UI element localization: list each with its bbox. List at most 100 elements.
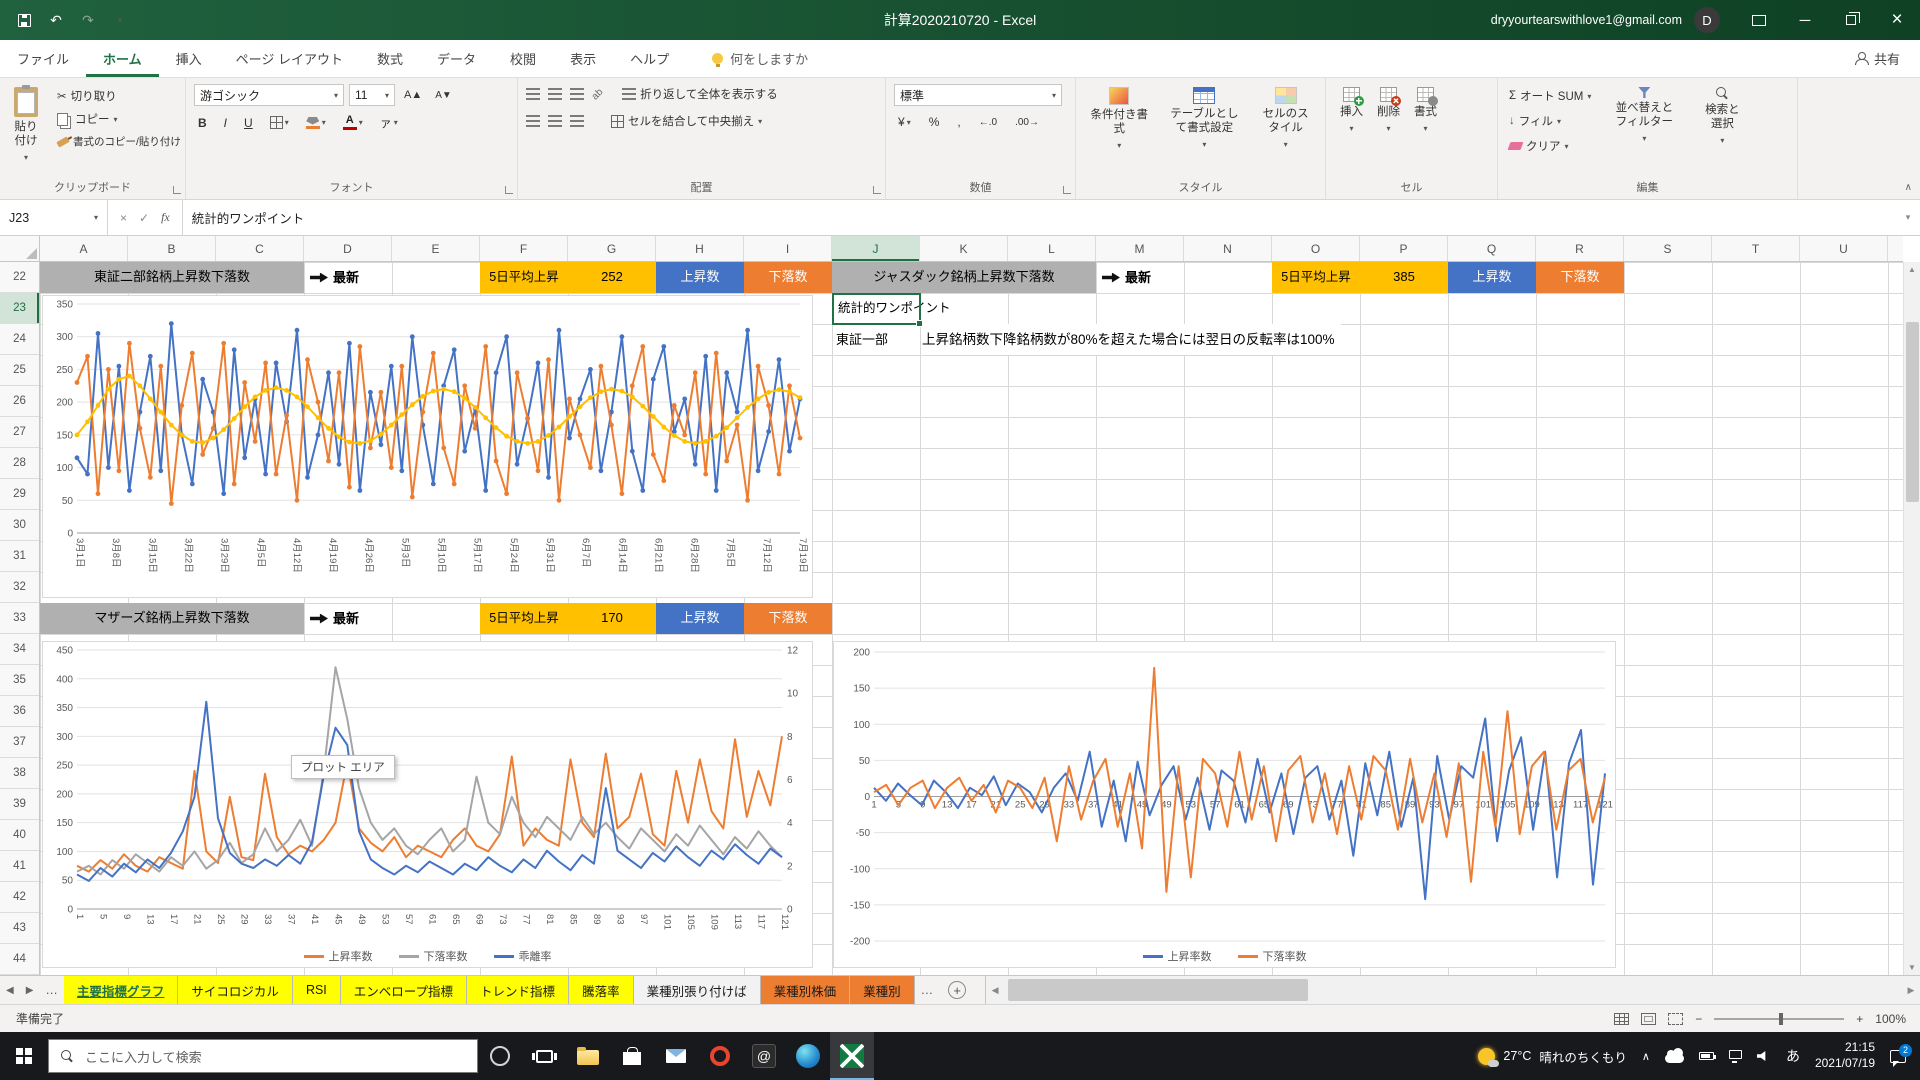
ribbon-display-options-button[interactable] <box>1736 0 1782 40</box>
sheet-tab-エンベロープ指標[interactable]: エンベロープ指標 <box>341 976 467 1004</box>
conditional-formatting-button[interactable]: 条件付き書式 ▾ <box>1084 84 1154 153</box>
edge-button[interactable] <box>786 1032 830 1080</box>
hidden-icons-chevron[interactable]: ∧ <box>1642 1050 1650 1063</box>
sort-filter-button[interactable]: 並べ替えとフィルター ▾ <box>1606 84 1682 146</box>
column-header-N[interactable]: N <box>1184 236 1272 261</box>
column-header-R[interactable]: R <box>1536 236 1624 261</box>
borders-button[interactable]: ▾ <box>266 114 293 131</box>
ribbon-tab-校閲[interactable]: 校閲 <box>493 40 553 77</box>
zoom-slider-thumb[interactable] <box>1779 1013 1783 1025</box>
chart-tosho2-advancers-decliners[interactable]: 0501001502002503003503月1日3月8日3月15日3月22日3… <box>42 295 813 598</box>
zoom-in-button[interactable]: + <box>1856 1012 1863 1026</box>
hscroll-right-icon[interactable]: ▶ <box>1902 985 1920 996</box>
zoom-level[interactable]: 100% <box>1875 1012 1906 1026</box>
store-button[interactable] <box>610 1032 654 1080</box>
cell-g22-avg-value[interactable]: 252 <box>568 262 656 293</box>
clipboard-dialog-launcher[interactable] <box>173 186 181 194</box>
formula-bar-expand-icon[interactable]: ▾ <box>1896 200 1920 235</box>
format-as-table-button[interactable]: テーブルとして書式設定 ▾ <box>1159 84 1249 152</box>
taskbar-search-input[interactable]: ここに入力して検索 <box>48 1039 478 1073</box>
align-middle-icon[interactable] <box>548 88 562 100</box>
column-header-U[interactable]: U <box>1800 236 1888 261</box>
insert-function-button[interactable]: fx <box>161 210 170 225</box>
ribbon-tab-ファイル[interactable]: ファイル <box>0 40 86 77</box>
redo-button[interactable]: ↷ <box>80 12 96 29</box>
chart-mothers-advancers-decliners[interactable]: 0501001502002503003504004500246810121591… <box>42 641 813 968</box>
tell-me-search[interactable]: 何をしますか <box>700 40 820 77</box>
number-dialog-launcher[interactable] <box>1063 186 1071 194</box>
bold-button[interactable]: B <box>194 114 211 132</box>
column-header-J[interactable]: J <box>832 236 920 261</box>
column-header-H[interactable]: H <box>656 236 744 261</box>
cell-g33-avg-value[interactable]: 170 <box>568 603 656 634</box>
column-header-K[interactable]: K <box>920 236 1008 261</box>
sheet-tab-主要指標グラフ[interactable]: 主要指標グラフ <box>64 976 179 1004</box>
comma-style-button[interactable]: , <box>953 113 964 131</box>
font-dialog-launcher[interactable] <box>505 186 513 194</box>
taskbar-clock[interactable]: 21:15 2021/07/19 <box>1815 1040 1875 1071</box>
file-explorer-button[interactable] <box>566 1032 610 1080</box>
qat-customize-button[interactable]: ▾ <box>112 16 128 25</box>
normal-view-icon[interactable] <box>1614 1013 1629 1025</box>
hscroll-left-icon[interactable]: ◀ <box>986 985 1004 996</box>
fill-button[interactable]: ↓フィル▾ <box>1506 111 1594 131</box>
account-avatar[interactable]: D <box>1694 7 1720 33</box>
row-header-39[interactable]: 39 <box>0 789 39 820</box>
row-header-36[interactable]: 36 <box>0 696 39 727</box>
cell-d33-latest[interactable]: 最新 <box>304 603 454 634</box>
cell-a22-banner-title[interactable]: 東証二部銘柄上昇数下落数 <box>40 262 304 293</box>
zoom-out-button[interactable]: − <box>1695 1012 1702 1026</box>
currency-format-button[interactable]: ¥▾ <box>894 113 915 131</box>
cell-f33-avg-label[interactable]: 5日平均上昇 <box>480 603 568 634</box>
restore-button[interactable] <box>1828 0 1874 40</box>
row-header-32[interactable]: 32 <box>0 572 39 603</box>
column-header-C[interactable]: C <box>216 236 304 261</box>
column-header-B[interactable]: B <box>128 236 216 261</box>
page-break-view-icon[interactable] <box>1668 1013 1683 1025</box>
ribbon-tab-データ[interactable]: データ <box>420 40 493 77</box>
column-header-O[interactable]: O <box>1272 236 1360 261</box>
row-header-24[interactable]: 24 <box>0 324 39 355</box>
column-header-S[interactable]: S <box>1624 236 1712 261</box>
ribbon-tab-ページ レイアウト[interactable]: ページ レイアウト <box>219 40 360 77</box>
battery-icon[interactable] <box>1699 1052 1714 1060</box>
vertical-scrollbar[interactable]: ▲ ▼ <box>1903 262 1920 975</box>
row-header-23[interactable]: 23 <box>0 293 39 324</box>
horizontal-scrollbar[interactable]: ◀ ▶ <box>985 976 1920 1004</box>
sheet-tab-サイコロジカル[interactable]: サイコロジカル <box>178 976 293 1004</box>
row-header-31[interactable]: 31 <box>0 541 39 572</box>
alignment-dialog-launcher[interactable] <box>873 186 881 194</box>
cell-k24-text[interactable]: 上昇銘柄数下降銘柄数が80%を超えた場合には翌日の反転率は100% <box>922 324 1341 355</box>
align-top-icon[interactable] <box>526 88 540 100</box>
italic-button[interactable]: I <box>220 114 231 132</box>
cell-p22-avg-value[interactable]: 385 <box>1360 262 1448 293</box>
column-header-L[interactable]: L <box>1008 236 1096 261</box>
sheet-tab-RSI[interactable]: RSI <box>293 976 341 1004</box>
close-button[interactable]: × <box>1874 0 1920 40</box>
row-header-26[interactable]: 26 <box>0 386 39 417</box>
share-button[interactable]: 共有 <box>1835 40 1920 77</box>
column-header-Q[interactable]: Q <box>1448 236 1536 261</box>
cell-o22-avg-label[interactable]: 5日平均上昇 <box>1272 262 1360 293</box>
row-header-44[interactable]: 44 <box>0 944 39 975</box>
sheet-tab-業種別[interactable]: 業種別 <box>850 976 915 1004</box>
weather-widget[interactable]: 27°C 晴れのちくもり <box>1478 1047 1626 1066</box>
minimize-button[interactable]: ─ <box>1782 0 1828 40</box>
name-box[interactable]: J23 ▾ <box>0 200 108 235</box>
excel-taskbar-button[interactable] <box>830 1032 874 1080</box>
task-view-button[interactable] <box>522 1032 566 1080</box>
cell-a33-banner-title[interactable]: マザーズ銘柄上昇数下落数 <box>40 603 304 634</box>
format-cells-button[interactable]: 書式 ▾ <box>1408 84 1443 136</box>
sheet-overflow-left[interactable]: … <box>39 976 64 1004</box>
page-layout-view-icon[interactable] <box>1641 1013 1656 1025</box>
font-size-combo[interactable]: 11▾ <box>349 84 395 106</box>
row-header-33[interactable]: 33 <box>0 603 39 634</box>
cell-d22-latest[interactable]: 最新 <box>304 262 454 293</box>
scroll-down-icon[interactable]: ▼ <box>1908 963 1916 972</box>
delete-cells-button[interactable]: 削除 ▾ <box>1371 84 1406 136</box>
cell-f22-avg-label[interactable]: 5日平均上昇 <box>480 262 568 293</box>
find-select-button[interactable]: 検索と選択 ▾ <box>1694 84 1750 148</box>
fill-color-button[interactable]: ▾ <box>302 115 330 131</box>
number-format-combo[interactable]: 標準▾ <box>894 84 1062 106</box>
cell-j23-text[interactable]: 統計的ワンポイント <box>836 294 955 323</box>
